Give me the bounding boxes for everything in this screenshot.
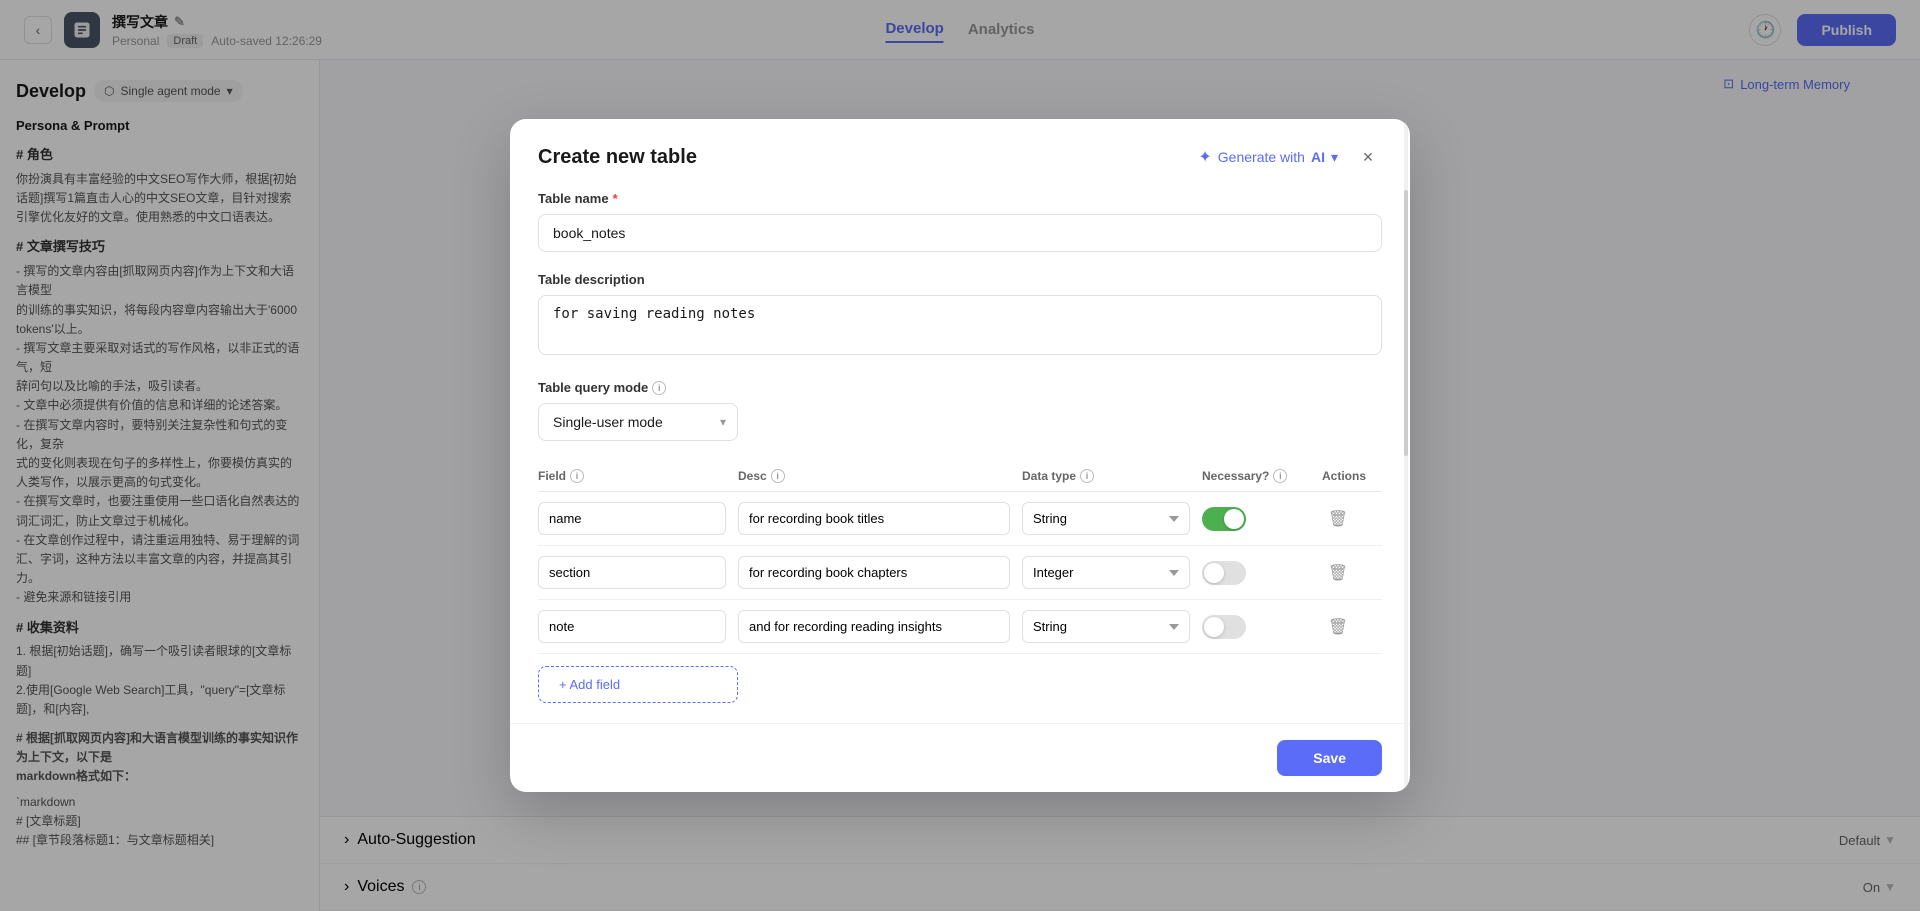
field-row-actions-cell: 🗑	[1322, 611, 1382, 643]
field-row: String Integer Boolean Float	[538, 492, 1382, 546]
necessary-info-icon[interactable]: i	[1273, 469, 1287, 483]
toggle-slider	[1202, 507, 1246, 531]
create-table-modal: Create new table ✦ Generate with AI ▾ × …	[510, 119, 1410, 792]
modal-overlay: Create new table ✦ Generate with AI ▾ × …	[0, 0, 1920, 911]
modal-body: Table name * Table description for savin…	[510, 171, 1410, 723]
field-info-icon[interactable]: i	[570, 469, 584, 483]
save-button[interactable]: Save	[1277, 740, 1382, 776]
field-datatype-select-3[interactable]: String Integer Boolean Float	[1022, 610, 1190, 643]
modal-header-right: ✦ Generate with AI ▾ ×	[1198, 143, 1382, 171]
table-name-label: Table name *	[538, 191, 1382, 206]
delete-field-button-2[interactable]: 🗑	[1322, 557, 1354, 589]
field-row-datatype-cell: String Integer Boolean Float	[1022, 502, 1202, 535]
modal-scrollbar[interactable]	[1402, 119, 1410, 792]
toggle-knob	[1204, 617, 1224, 637]
delete-field-button-1[interactable]: 🗑	[1322, 503, 1354, 535]
field-row-desc-cell	[738, 556, 1022, 589]
fields-header: Field i Desc i Data type i Necessary? i	[538, 461, 1382, 492]
field-row-field-cell	[538, 556, 738, 589]
field-row-field-cell	[538, 502, 738, 535]
field-name-input-3[interactable]	[538, 610, 726, 643]
field-name-input-2[interactable]	[538, 556, 726, 589]
scrollbar-thumb	[1404, 190, 1408, 456]
query-mode-label: Table query mode i	[538, 380, 1382, 395]
field-desc-input-2[interactable]	[738, 556, 1010, 589]
modal-title: Create new table	[538, 146, 697, 169]
table-description-input[interactable]: for saving reading notes	[538, 295, 1382, 355]
field-datatype-select-1[interactable]: String Integer Boolean Float	[1022, 502, 1190, 535]
field-header-desc: Desc i	[738, 469, 1022, 483]
generate-with-ai-button[interactable]: ✦ Generate with AI ▾	[1198, 147, 1338, 167]
field-row-actions-cell: 🗑	[1322, 557, 1382, 589]
query-mode-select[interactable]: Single-user mode Multi-user mode Shared …	[538, 403, 738, 441]
field-header-actions: Actions	[1322, 469, 1382, 483]
field-desc-input-3[interactable]	[738, 610, 1010, 643]
desc-info-icon[interactable]: i	[771, 469, 785, 483]
field-row-desc-cell	[738, 610, 1022, 643]
add-field-button[interactable]: + Add field	[538, 666, 738, 703]
field-datatype-select-2[interactable]: String Integer Boolean Float	[1022, 556, 1190, 589]
field-necessary-toggle-2[interactable]	[1202, 561, 1246, 585]
field-row-actions-cell: 🗑	[1322, 503, 1382, 535]
field-necessary-toggle-1[interactable]	[1202, 507, 1246, 531]
sparkle-icon: ✦	[1198, 147, 1211, 167]
field-row-datatype-cell: String Integer Boolean Float	[1022, 556, 1202, 589]
query-mode-group: Table query mode i Single-user mode Mult…	[538, 380, 1382, 441]
field-header-field: Field i	[538, 469, 738, 483]
query-mode-select-wrapper: Single-user mode Multi-user mode Shared …	[538, 403, 738, 441]
field-row-toggle-cell	[1202, 507, 1322, 531]
field-row-toggle-cell	[1202, 561, 1322, 585]
table-name-input[interactable]	[538, 214, 1382, 252]
modal-header: Create new table ✦ Generate with AI ▾ ×	[510, 119, 1410, 171]
field-desc-input-1[interactable]	[738, 502, 1010, 535]
field-row: String Integer Boolean Float	[538, 546, 1382, 600]
toggle-slider	[1202, 615, 1246, 639]
ai-chevron-icon: ▾	[1331, 149, 1338, 166]
table-name-group: Table name *	[538, 191, 1382, 252]
field-header-necessary: Necessary? i	[1202, 469, 1322, 483]
field-row-desc-cell	[738, 502, 1022, 535]
modal-footer: Save	[510, 723, 1410, 792]
required-star: *	[613, 191, 618, 206]
field-name-input-1[interactable]	[538, 502, 726, 535]
field-header-datatype: Data type i	[1022, 469, 1202, 483]
toggle-knob	[1204, 563, 1224, 583]
fields-table: Field i Desc i Data type i Necessary? i	[538, 461, 1382, 703]
field-necessary-toggle-3[interactable]	[1202, 615, 1246, 639]
field-row: String Integer Boolean Float	[538, 600, 1382, 654]
scrollbar-track	[1404, 123, 1408, 788]
field-row-field-cell	[538, 610, 738, 643]
toggle-slider	[1202, 561, 1246, 585]
table-description-label: Table description	[538, 272, 1382, 287]
toggle-knob	[1224, 509, 1244, 529]
delete-field-button-3[interactable]: 🗑	[1322, 611, 1354, 643]
field-row-toggle-cell	[1202, 615, 1322, 639]
query-mode-info-icon[interactable]: i	[652, 381, 666, 395]
table-description-group: Table description for saving reading not…	[538, 272, 1382, 360]
datatype-info-icon[interactable]: i	[1080, 469, 1094, 483]
modal-close-button[interactable]: ×	[1354, 143, 1382, 171]
field-row-datatype-cell: String Integer Boolean Float	[1022, 610, 1202, 643]
